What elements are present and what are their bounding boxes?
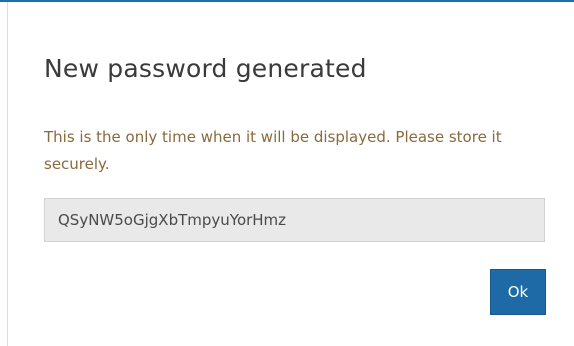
- dialog-message: This is the only time when it will be di…: [44, 128, 502, 173]
- dialog-side-border: [7, 2, 8, 346]
- dialog-title: New password generated: [44, 54, 367, 83]
- ok-button[interactable]: Ok: [490, 269, 546, 315]
- password-dialog: New password generated This is the only …: [0, 0, 574, 346]
- generated-password-field[interactable]: QSyNW5oGjgXbTmpyuYorHmz: [44, 198, 545, 242]
- dialog-top-border: [0, 0, 574, 2]
